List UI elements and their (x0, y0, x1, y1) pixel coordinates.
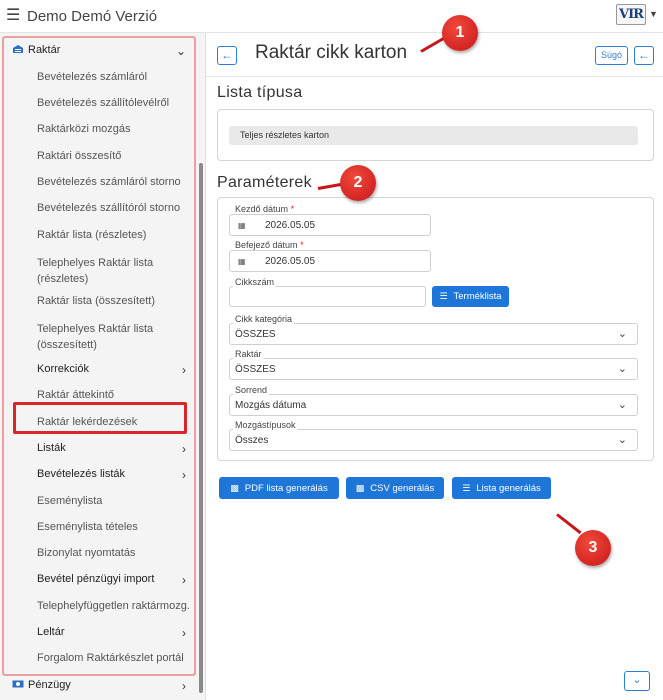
warehouse-icon (13, 45, 23, 53)
sidebar-item-korrekciok[interactable]: Korrekciók › (0, 363, 196, 377)
parameters-title: Paraméterek (217, 174, 312, 191)
sidebar-item[interactable]: Bevételezés szállítólevélről (0, 97, 196, 109)
list-type-select[interactable]: Teljes részletes karton (229, 126, 638, 145)
item-number-label: Cikkszám (233, 277, 277, 287)
app-title: Demo Demó Verzió (27, 8, 158, 25)
order-select[interactable]: Mozgás dátuma ⌄ (229, 394, 638, 416)
money-icon (12, 680, 24, 688)
sidebar-scrollbar[interactable] (199, 163, 203, 693)
order-label: Sorrend (233, 385, 270, 395)
warehouse-select[interactable]: ÖSSZES ⌄ (229, 358, 638, 380)
sidebar-group-label: Raktár (28, 44, 61, 56)
chevron-right-icon: › (182, 363, 186, 377)
sidebar-item[interactable]: Eseménylista tételes (0, 521, 196, 533)
menu-icon[interactable]: ☰ (6, 8, 20, 24)
sidebar-item-leltar[interactable]: Leltár › (0, 626, 196, 640)
chevron-down-icon: ⌄ (617, 434, 627, 446)
annotation-badge-1: 1 (442, 15, 478, 51)
sidebar-item[interactable]: Bevételezés számláról (0, 71, 196, 83)
start-date-label: Kezdő dátum * (233, 204, 297, 214)
list-icon: ☰ (462, 483, 471, 493)
chevron-right-icon: › (182, 573, 186, 587)
chevron-down-icon: ⌄ (617, 328, 627, 340)
csv-file-icon: ▩ (355, 483, 365, 493)
sidebar-item-listak[interactable]: Listák › (0, 442, 196, 456)
sidebar-item[interactable]: Raktárközi mozgás (0, 123, 196, 135)
vir-logo: VIR (616, 4, 646, 25)
chevron-down-icon: ▼ (649, 9, 658, 19)
list-type-title: Lista típusa (217, 84, 303, 101)
end-date-input[interactable]: ▦ 2026.05.05 (229, 250, 431, 272)
csv-generate-button[interactable]: ▩ CSV generálás (346, 477, 444, 499)
sidebar-group-raktar[interactable]: Raktár ⌄ (0, 44, 196, 58)
warehouse-label: Raktár (233, 349, 264, 359)
annotation-badge-3: 3 (575, 530, 611, 566)
product-list-button[interactable]: ☰ Terméklista (432, 286, 509, 307)
chevron-down-icon: ⌄ (175, 44, 186, 58)
top-bar: ☰ Demo Demó Verzió VIR ▼ (0, 0, 663, 33)
movement-types-select[interactable]: Összes ⌄ (229, 429, 638, 451)
sidebar-item[interactable]: Raktár lista (összesített) (0, 295, 196, 307)
start-date-input[interactable]: ▦ 2026.05.05 (229, 214, 431, 236)
list-icon: ☰ (439, 291, 448, 301)
sidebar-item[interactable]: Telephelyes Raktár lista (összesített) (0, 321, 196, 353)
annotation-badge-2: 2 (340, 165, 376, 201)
pdf-generate-button[interactable]: ▩ PDF lista generálás (219, 477, 339, 499)
sidebar-item[interactable]: Raktári összesítő (0, 150, 196, 162)
chevron-down-icon: ⌄ (617, 363, 627, 375)
sidebar-item[interactable]: Telephelyfüggetlen raktármozg. (0, 600, 196, 612)
sidebar-group-penzugy[interactable]: Pénzügy › (0, 679, 196, 693)
pdf-file-icon: ▩ (230, 483, 239, 493)
help-button[interactable]: Súgó (595, 46, 628, 65)
chevron-right-icon: › (182, 679, 186, 693)
sidebar-item[interactable]: Bevételezés szállítóról storno (0, 202, 196, 214)
sidebar-item[interactable]: Raktár áttekintő (0, 389, 196, 401)
sidebar-item[interactable]: Telephelyes Raktár lista (részletes) (0, 255, 196, 287)
annotation-arrow (556, 513, 582, 535)
chevron-right-icon: › (182, 442, 186, 456)
account-menu[interactable]: VIR ▼ (616, 4, 658, 28)
sidebar-item-bevetelezes-listak[interactable]: Bevételezés listák › (0, 468, 196, 482)
scroll-down-button[interactable]: ⌄ (624, 671, 650, 691)
back-button[interactable]: ← (217, 46, 237, 65)
chevron-down-icon: ⌄ (617, 399, 627, 411)
sidebar-item[interactable]: Bizonylat nyomtatás (0, 547, 196, 559)
end-date-label: Befejező dátum * (233, 240, 306, 250)
category-label: Cikk kategória (233, 314, 295, 324)
calendar-icon: ▦ (238, 221, 246, 230)
item-number-input[interactable] (229, 286, 426, 307)
sidebar-item[interactable]: Bevételezés számláról storno (0, 176, 196, 188)
page-title: Raktár cikk karton (255, 42, 408, 63)
movement-types-label: Mozgástípusok (233, 420, 298, 430)
list-generate-button[interactable]: ☰ Lista generálás (452, 477, 551, 499)
annotation-highlight-box (13, 402, 187, 434)
sidebar-item[interactable]: Eseménylista (0, 495, 196, 507)
calendar-icon: ▦ (238, 257, 246, 266)
chevron-right-icon: › (182, 626, 186, 640)
category-select[interactable]: ÖSSZES ⌄ (229, 323, 638, 345)
back-arrow-button[interactable]: ← (634, 46, 654, 65)
sidebar-item[interactable]: Raktár lista (részletes) (0, 229, 196, 241)
sidebar-item-bevetel-penzugyi-import[interactable]: Bevétel pénzügyi import › (0, 573, 196, 587)
chevron-right-icon: › (182, 468, 186, 482)
sidebar-item[interactable]: Forgalom Raktárkészlet portál (0, 652, 196, 664)
